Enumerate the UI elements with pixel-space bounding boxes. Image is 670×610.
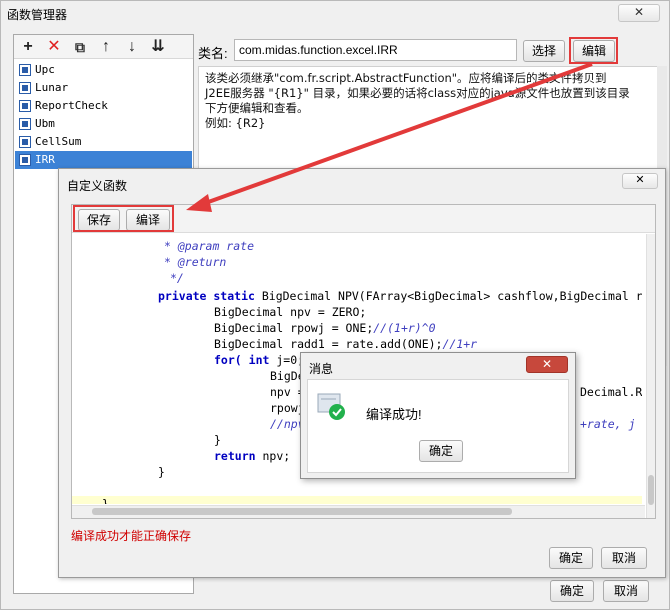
description-text: 该类必须继承"com.fr.script.AbstractFunction"。应…: [205, 71, 630, 130]
list-item[interactable]: Upc: [15, 61, 192, 79]
list-item-selected[interactable]: IRR: [15, 151, 192, 169]
success-check-icon: [317, 393, 345, 420]
java-class-icon: [19, 154, 31, 166]
add-icon[interactable]: +: [18, 37, 38, 57]
editor-vertical-scroll-thumb[interactable]: [648, 475, 654, 505]
current-line-highlight: [72, 496, 642, 504]
message-close-button[interactable]: ✕: [526, 356, 568, 373]
compile-tip-text: 编译成功才能正确保存: [71, 529, 192, 543]
list-item[interactable]: Ubm: [15, 115, 192, 133]
dialog-close-button[interactable]: ✕: [622, 173, 658, 189]
dialog-cancel-button[interactable]: 取消: [601, 547, 647, 569]
highlight-box-edit: [569, 37, 618, 64]
java-class-icon: [19, 118, 31, 130]
message-text: 编译成功!: [366, 407, 422, 422]
choose-button[interactable]: 选择: [523, 40, 565, 62]
dialog-title: 自定义函数: [67, 179, 128, 193]
window-close-button[interactable]: ✕: [618, 4, 660, 22]
import-icon[interactable]: ⇊: [148, 37, 168, 57]
list-item[interactable]: ReportCheck: [15, 97, 192, 115]
window-title: 函数管理器: [7, 8, 68, 22]
java-class-icon: [19, 136, 31, 148]
class-name-input[interactable]: com.midas.function.excel.IRR: [234, 39, 517, 61]
java-class-icon: [19, 82, 31, 94]
message-dialog: 消息 ✕ 编译成功! 确定: [300, 352, 576, 479]
message-title: 消息: [309, 362, 334, 376]
dialog-ok-button[interactable]: 确定: [549, 547, 593, 569]
copy-icon[interactable]: ⧉: [70, 37, 90, 57]
list-item[interactable]: CellSum: [15, 133, 192, 151]
ok-button[interactable]: 确定: [550, 580, 594, 602]
java-class-icon: [19, 100, 31, 112]
list-toolbar: + ✕ ⧉ ↑ ↓ ⇊: [14, 35, 193, 59]
editor-toolbar: 保存 编译: [72, 205, 655, 233]
list-item[interactable]: Lunar: [15, 79, 192, 97]
description-area: 该类必须继承"com.fr.script.AbstractFunction"。应…: [198, 66, 667, 176]
delete-icon[interactable]: ✕: [44, 37, 64, 57]
cancel-button[interactable]: 取消: [603, 580, 649, 602]
editor-horizontal-scroll-thumb[interactable]: [92, 508, 512, 515]
class-name-label: 类名:: [198, 46, 228, 61]
move-down-icon[interactable]: ↓: [122, 37, 142, 57]
move-up-icon[interactable]: ↑: [96, 37, 116, 57]
highlight-box-toolbar: [73, 205, 174, 232]
message-body: 编译成功! 确定: [307, 379, 569, 473]
java-class-icon: [19, 64, 31, 76]
message-ok-button[interactable]: 确定: [419, 440, 463, 462]
